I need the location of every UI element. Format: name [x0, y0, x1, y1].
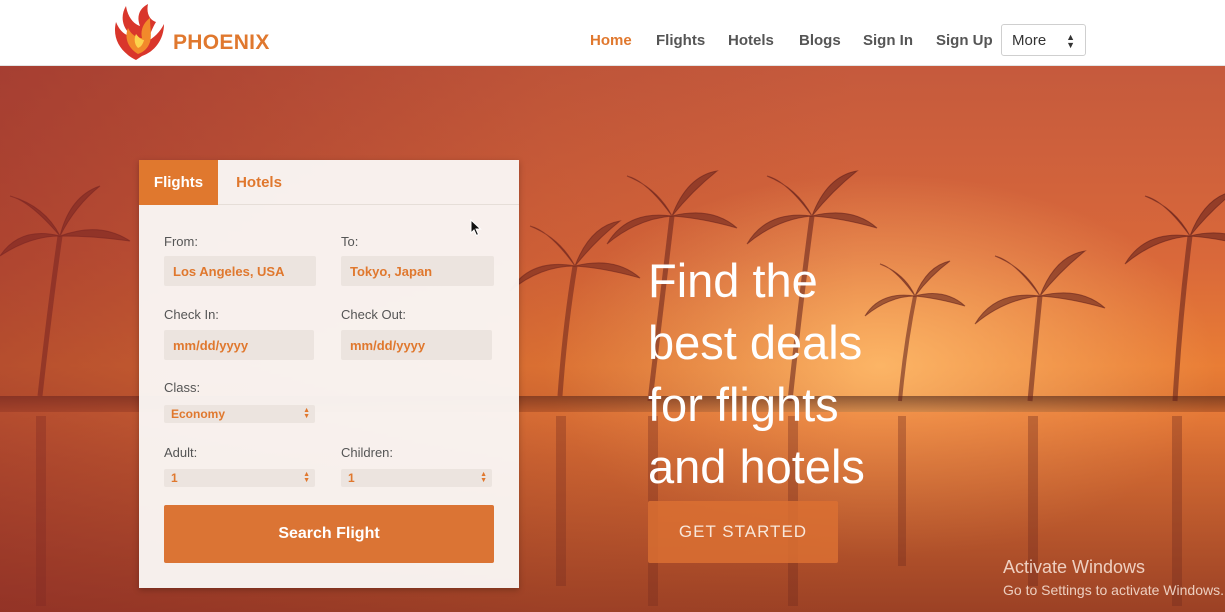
tab-flights[interactable]: Flights [139, 160, 218, 205]
sort-arrows-icon: ▲ ▼ [1066, 32, 1075, 50]
booking-search-panel: Flights Hotels From: Los Angeles, USA To… [139, 160, 519, 588]
from-field[interactable]: Los Angeles, USA [164, 256, 316, 286]
class-label: Class: [164, 380, 201, 395]
get-started-button[interactable]: GET STARTED [648, 501, 838, 563]
hero-heading-line: and hotels [648, 440, 865, 493]
check-out-label: Check Out: [341, 307, 407, 322]
top-navbar: PHOENIX Home Flights Hotels Blogs Sign I… [0, 0, 1225, 66]
from-label: From: [164, 234, 198, 249]
search-flight-button[interactable]: Search Flight [164, 505, 494, 563]
hero-heading-line: for flights [648, 378, 839, 431]
more-dropdown[interactable]: More ▲ ▼ [1001, 24, 1086, 56]
watermark-subtitle: Go to Settings to activate Windows. [1003, 582, 1224, 598]
hero-heading-line: Find the [648, 254, 818, 307]
booking-tabs: Flights Hotels [139, 160, 519, 205]
hero-heading: Find the best deals for flights and hote… [648, 250, 948, 498]
children-select[interactable]: 1 ▲ ▼ [341, 469, 492, 487]
children-label: Children: [341, 445, 394, 460]
to-field[interactable]: Tokyo, Japan [341, 256, 494, 286]
children-select-value: 1 [348, 471, 355, 485]
adult-select[interactable]: 1 ▲ ▼ [164, 469, 315, 487]
nav-sign-up[interactable]: Sign Up [936, 32, 993, 49]
to-label: To: [341, 234, 359, 249]
watermark-title: Activate Windows [1003, 557, 1146, 577]
tab-hotels[interactable]: Hotels [218, 160, 300, 205]
nav-blogs[interactable]: Blogs [799, 32, 841, 49]
check-in-date-input[interactable]: mm/dd/yyyy [164, 330, 314, 360]
phoenix-bird-icon[interactable] [106, 2, 170, 64]
nav-sign-in[interactable]: Sign In [863, 32, 913, 49]
nav-hotels[interactable]: Hotels [728, 32, 774, 49]
adult-select-value: 1 [171, 471, 178, 485]
class-select-value: Economy [171, 407, 226, 421]
check-in-label: Check In: [164, 307, 219, 322]
hero-section: Find the best deals for flights and hote… [0, 66, 1225, 612]
check-out-date-input[interactable]: mm/dd/yyyy [341, 330, 492, 360]
hero-heading-line: best deals [648, 316, 863, 369]
adult-label: Adult: [164, 445, 198, 460]
sort-arrows-icon: ▲ ▼ [480, 471, 487, 484]
sort-arrows-icon: ▲ ▼ [303, 471, 310, 484]
nav-flights[interactable]: Flights [656, 32, 705, 49]
mouse-cursor-icon [470, 219, 482, 237]
activation-watermark: Activate Windows Go to Settings to activ… [1003, 557, 1224, 598]
nav-home[interactable]: Home [590, 32, 632, 49]
brand-name[interactable]: PHOENIX [173, 31, 270, 55]
more-dropdown-label: More [1012, 32, 1047, 49]
class-select[interactable]: Economy ▲ ▼ [164, 405, 315, 423]
sort-arrows-icon: ▲ ▼ [303, 407, 310, 420]
